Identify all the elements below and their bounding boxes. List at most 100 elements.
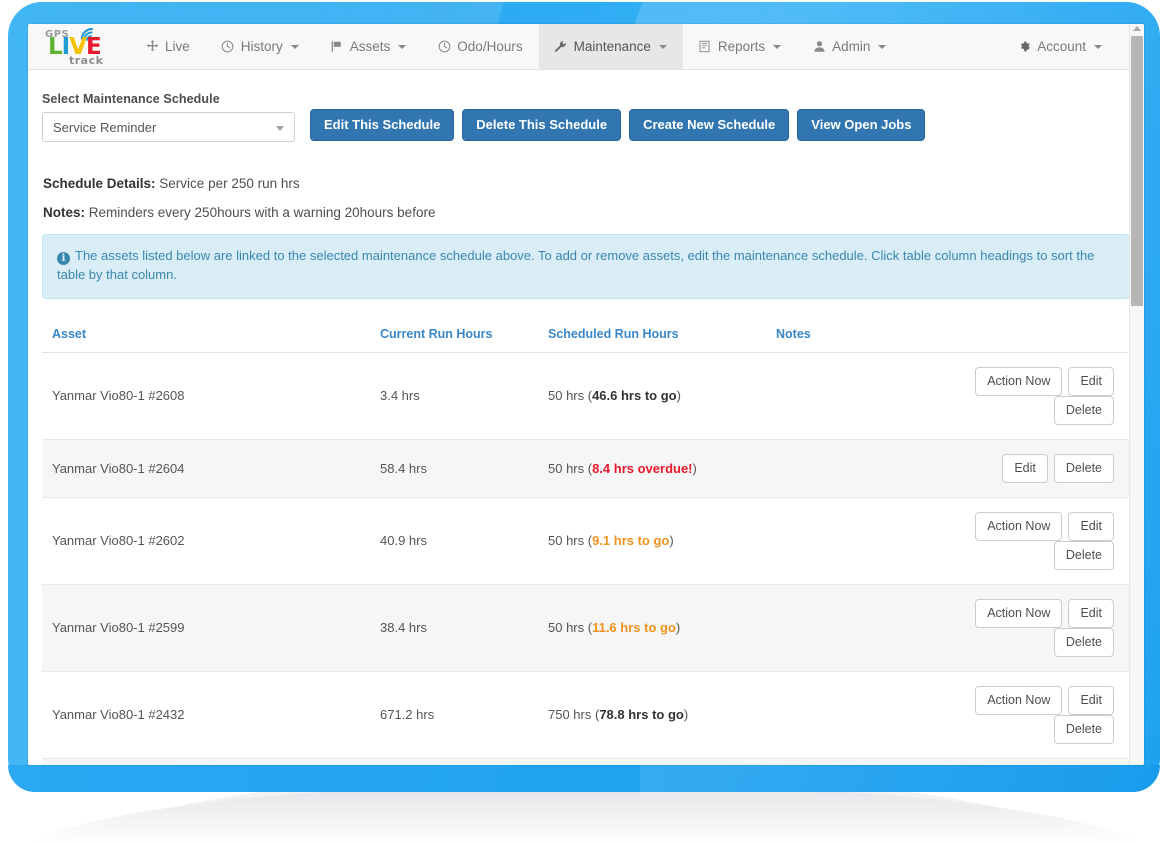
report-icon [698,40,712,54]
nav-item-account[interactable]: Account [1002,39,1118,54]
nav-item-label: Account [1037,39,1086,54]
page-root: GPS LIVE track [0,0,1170,843]
cell-current-run-hours: 58.4 hrs [372,439,540,497]
cell-current-run-hours: 671.2 hrs [372,671,540,758]
nav-item-maintenance[interactable]: Maintenance [539,24,683,69]
chevron-down-icon [276,126,284,131]
chevron-down-icon [291,45,299,49]
nav-item-live[interactable]: Live [130,24,206,69]
cell-asset: Yanmar Vio80-1 #2599 [42,584,372,671]
page-content: Select Maintenance Schedule Service Remi… [28,70,1144,765]
scheduled-base: 50 hrs ( [548,533,592,548]
user-icon [812,40,826,54]
table-row: Yanmar Vio80-1 #260458.4 hrs 50 hrs (8.4 … [42,439,1130,497]
edit-row-button[interactable]: Edit [1068,512,1114,541]
device-bezel-bottom [8,765,1160,792]
cell-notes [768,497,928,584]
action-now-button[interactable]: Action Now [975,367,1062,396]
schedule-details-label: Schedule Details: [43,176,156,191]
edit-schedule-button[interactable]: Edit This Schedule [310,109,454,141]
view-open-jobs-button[interactable]: View Open Jobs [797,109,925,141]
edit-row-button[interactable]: Edit [1068,367,1114,396]
move-crosshair-icon [145,40,159,54]
column-header-scheduled[interactable]: Scheduled Run Hours [540,321,768,353]
cell-notes [768,758,928,765]
delete-schedule-button[interactable]: Delete This Schedule [462,109,621,141]
schedule-notes-label: Notes: [43,205,85,220]
schedule-select-value: Service Reminder [53,120,156,135]
delete-row-button[interactable]: Delete [1054,628,1114,657]
cell-notes [768,671,928,758]
logo-track-text: track [69,54,103,67]
table-row: Yanmar Vio80-1 #259938.4 hrs50 hrs (11.6… [42,584,1130,671]
flag-icon [330,40,344,54]
cell-asset: Yanmar Vio80-1 #2604 [42,439,372,497]
column-header-current[interactable]: Current Run Hours [372,321,540,353]
delete-row-button[interactable]: Delete [1054,715,1114,744]
action-now-button[interactable]: Action Now [975,599,1062,628]
wrench-icon [554,40,568,54]
action-now-button[interactable]: Action Now [975,686,1062,715]
status-badge: 11.6 hrs to go [592,620,676,635]
info-alert: iThe assets listed below are linked to t… [42,234,1130,299]
table-header-row: Asset Current Run Hours Scheduled Run Ho… [42,321,1130,353]
edit-row-button[interactable]: Edit [1068,599,1114,628]
info-alert-text: The assets listed below are linked to th… [57,248,1094,282]
delete-row-button[interactable]: Delete [1054,541,1114,570]
nav-item-reports[interactable]: Reports [683,24,797,69]
chevron-down-icon [398,45,406,49]
nav-item-admin[interactable]: Admin [797,24,902,69]
chevron-down-icon [773,45,781,49]
delete-row-button[interactable]: Delete [1054,454,1114,483]
schedule-select[interactable]: Service Reminder [42,112,295,142]
navbar-right: Account [1002,24,1144,69]
nav-item-assets[interactable]: Assets [315,24,423,69]
scroll-up-arrow-icon[interactable] [1133,26,1141,31]
top-navbar: GPS LIVE track [28,24,1144,70]
status-badge: 8.4 hrs overdue! [592,461,692,476]
nav-item-label: Live [165,39,190,54]
create-schedule-button[interactable]: Create New Schedule [629,109,789,141]
cell-notes [768,439,928,497]
cell-current-run-hours: 40.9 hrs [372,497,540,584]
schedule-details-value: Service per 250 run hrs [156,176,300,191]
cell-notes [768,584,928,671]
column-header-notes[interactable]: Notes [768,321,928,353]
schedule-details: Schedule Details: Service per 250 run hr… [42,142,1130,220]
schedule-selector: Select Maintenance Schedule Service Remi… [42,92,310,142]
app-screen: GPS LIVE track [28,24,1144,765]
delete-row-button[interactable]: Delete [1054,396,1114,425]
scheduled-base: 750 hrs ( [548,707,599,722]
edit-row-button[interactable]: Edit [1068,686,1114,715]
scheduled-base: 50 hrs ( [548,461,592,476]
nav-item-odo-hours[interactable]: Odo/Hours [422,24,538,69]
brand-logo[interactable]: GPS LIVE track [28,24,130,69]
schedule-action-buttons: Edit This Schedule Delete This Schedule … [310,109,925,142]
scheduled-base: 50 hrs ( [548,388,592,403]
cell-scheduled-run-hours: 750 hrs (98.7 hrs to go) [540,758,768,765]
scheduled-tail: ) [684,707,688,722]
info-icon: i [57,252,70,265]
edit-row-button[interactable]: Edit [1002,454,1048,483]
action-now-button[interactable]: Action Now [975,512,1062,541]
status-badge: 9.1 hrs to go [592,533,669,548]
nav-item-label: Assets [350,39,391,54]
gear-icon [1017,40,1031,54]
nav-item-history[interactable]: History [206,24,315,69]
scheduled-tail: ) [676,620,680,635]
cell-current-run-hours: 3.4 hrs [372,352,540,439]
chevron-down-icon [878,45,886,49]
cell-asset: Yanmar Vio80-1 #2418 [42,758,372,765]
status-badge: 46.6 hrs to go [592,388,677,403]
cell-actions: Action NowEditDelete [928,352,1130,439]
nav-item-label: Maintenance [574,39,651,54]
schedule-details-line: Schedule Details: Service per 250 run hr… [43,176,1130,191]
cell-notes [768,352,928,439]
column-header-asset[interactable]: Asset [42,321,372,353]
nav-item-label: History [241,39,283,54]
page-scrollbar[interactable] [1129,24,1144,765]
logo-letter-l: L [48,34,62,60]
scrollbar-thumb[interactable] [1131,36,1143,306]
cell-asset: Yanmar Vio80-1 #2602 [42,497,372,584]
cell-scheduled-run-hours: 50 hrs (11.6 hrs to go) [540,584,768,671]
